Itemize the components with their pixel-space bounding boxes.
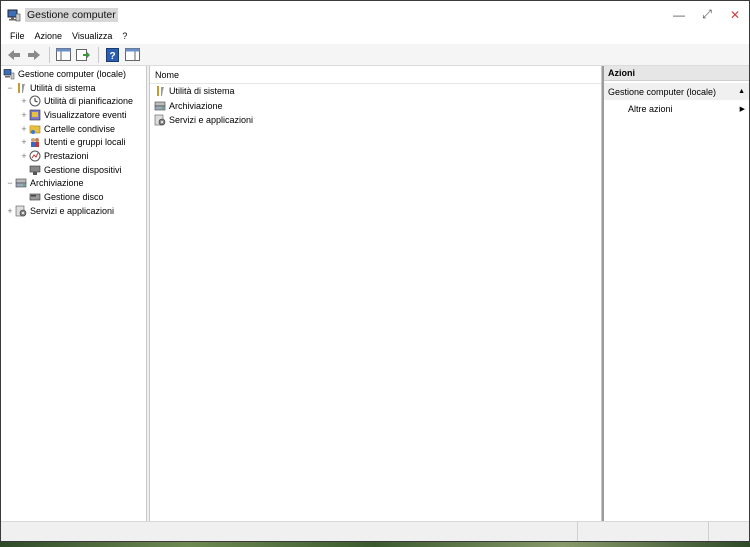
tree-item-label: Prestazioni [44,150,89,161]
performance-icon [29,150,41,162]
main-window: Gestione computer — ⤢ ✕ File Azione Visu… [0,0,750,542]
list-item[interactable]: Servizi e applicazioni [150,113,601,128]
tree-item-label: Gestione dispositivi [44,164,122,175]
status-bar [1,521,749,541]
tree-root[interactable]: Gestione computer (locale) [1,67,146,81]
tree-item-label: Utilità di sistema [30,82,96,93]
collapse-icon[interactable]: − [5,178,15,188]
results-pane: Nome Utilità di sistema Archiviazione Serv… [149,66,602,521]
tree-item[interactable]: + Utilità di pianificazione [1,94,146,108]
expand-icon[interactable]: + [19,110,29,120]
menu-file[interactable]: File [5,31,30,41]
console-tree-icon [55,48,71,61]
list-item-label: Archiviazione [169,100,223,111]
action-altre-azioni[interactable]: Altre azioni ▶ [604,100,749,117]
expand-icon[interactable]: + [5,206,15,216]
list-item-label: Servizi e applicazioni [169,115,254,126]
tree-item[interactable]: − Utilità di sistema [1,81,146,95]
tree-item-label: Utilità di pianificazione [44,96,134,107]
event-viewer-icon [29,109,41,121]
tree-item[interactable]: + Utenti e gruppi locali [1,135,146,149]
collapse-icon[interactable]: − [5,83,15,93]
back-arrow-icon [8,49,20,60]
tree-item[interactable]: + Cartelle condivise [1,122,146,136]
show-hide-actions-button[interactable] [123,46,141,64]
expand-icon[interactable]: + [19,96,29,106]
console-tree[interactable]: Gestione computer (locale) − Utilità di s… [1,66,147,521]
actions-pane: Azioni Gestione computer (locale) ▲ Altr… [602,66,749,521]
minimize-button[interactable]: — [665,1,693,28]
title-bar[interactable]: Gestione computer — ⤢ ✕ [1,1,749,28]
export-list-icon [75,49,90,61]
expand-icon[interactable]: + [19,151,29,161]
tree-item-label: Archiviazione [30,178,84,189]
tools-icon [157,86,164,97]
close-button[interactable]: ✕ [721,1,749,28]
actions-title: Azioni [604,66,749,81]
disk-icon [29,193,41,201]
tree-item-label: Utenti e gruppi locali [44,137,126,148]
tree-item[interactable]: − Archiviazione [1,177,146,191]
tools-icon [18,82,25,93]
svg-text:?: ? [109,51,115,62]
help-icon: ? [105,47,119,62]
content-area: Gestione computer (locale) − Utilità di s… [1,66,749,521]
storage-icon [15,179,27,188]
services-icon [154,114,166,126]
submenu-arrow-icon: ▶ [739,105,745,113]
toolbar-separator [49,46,50,63]
column-header-nome[interactable]: Nome [150,66,601,84]
list-item-label: Utilità di sistema [169,86,235,97]
users-icon [31,138,39,148]
list-item[interactable]: Utilità di sistema [150,84,601,99]
expand-icon[interactable]: + [19,124,29,134]
maximize-button[interactable]: ⤢ [693,1,721,28]
menu-bar: File Azione Visualizza ? [1,28,749,44]
storage-icon [154,101,166,111]
actions-section-label: Gestione computer (locale) [608,86,717,97]
tree-item-label: Servizi e applicazioni [30,205,115,216]
toolbar-separator [98,46,99,63]
tree-item-label: Visualizzatore eventi [44,109,127,120]
forward-button[interactable] [25,46,43,64]
tree-item-label: Gestione disco [44,192,104,203]
device-manager-icon [29,165,41,175]
window-title: Gestione computer [25,7,118,22]
action-label: Altre azioni [628,103,673,114]
show-hide-tree-button[interactable] [54,46,72,64]
services-icon [15,205,27,217]
menu-visualizza[interactable]: Visualizza [67,31,117,41]
list-item[interactable]: Archiviazione [150,99,601,114]
tree-item[interactable]: Gestione dispositivi [1,163,146,177]
back-button[interactable] [5,46,23,64]
tree-item-label: Cartelle condivise [44,123,116,134]
tree-item[interactable]: + Visualizzatore eventi [1,108,146,122]
help-button[interactable]: ? [103,46,121,64]
forward-arrow-icon [28,49,40,60]
shared-folder-icon [29,124,41,134]
expand-icon[interactable]: + [19,137,29,147]
clock-icon [29,95,41,107]
action-pane-icon [124,48,140,61]
collapse-arrow-icon: ▲ [738,88,745,95]
tree-root-label: Gestione computer (locale) [18,68,127,79]
tree-item[interactable]: + Servizi e applicazioni [1,204,146,218]
tree-item[interactable]: + Prestazioni [1,149,146,163]
computer-management-icon [3,68,15,80]
menu-help[interactable]: ? [117,31,132,41]
desktop-background [0,542,750,547]
export-list-button[interactable] [74,46,92,64]
menu-azione[interactable]: Azione [30,31,68,41]
computer-management-icon [7,9,21,21]
toolbar: ? [1,44,749,66]
actions-section-header[interactable]: Gestione computer (locale) ▲ [604,83,749,100]
tree-item[interactable]: Gestione disco [1,190,146,204]
